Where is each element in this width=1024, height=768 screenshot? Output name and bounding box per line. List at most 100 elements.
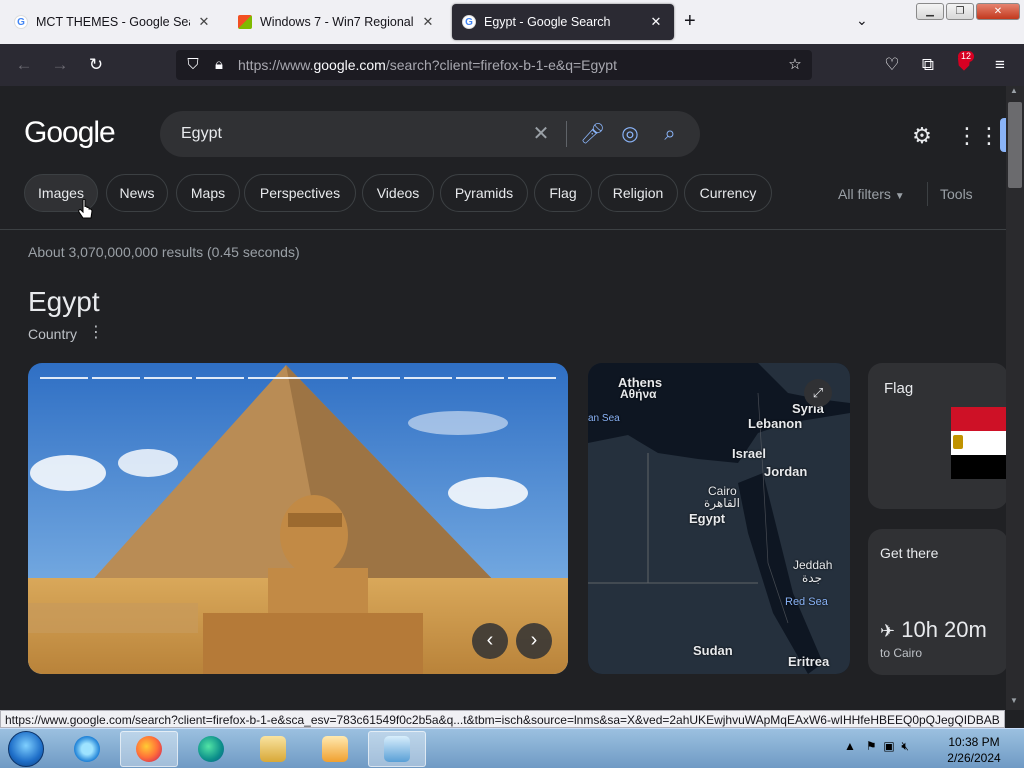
tab-title: MCT THEMES - Google Search <box>36 15 190 29</box>
new-tab-icon[interactable]: + <box>684 10 696 33</box>
taskbar-clock[interactable]: 10:38 PM 2/26/2024 <box>944 734 1004 766</box>
carousel-progress-segment <box>404 377 452 379</box>
list-tabs-chevron-icon[interactable]: ⌄ <box>856 12 868 29</box>
knowledge-panel-subtitle: Country <box>28 326 78 342</box>
media-player-icon <box>322 736 348 762</box>
taskbar-ie[interactable] <box>58 731 116 767</box>
close-window-icon[interactable]: ✕ <box>976 3 1020 20</box>
internet-explorer-icon <box>74 736 100 762</box>
all-filters-button[interactable]: All filters ▼ <box>838 186 905 202</box>
airplane-icon: ✈ <box>880 621 896 641</box>
firefox-icon <box>136 736 162 762</box>
carousel-progress-segment <box>352 377 400 379</box>
microphone-icon[interactable]: 🎤︎ <box>580 123 605 145</box>
chip-currency[interactable]: Currency <box>684 174 772 212</box>
menu-hamburger-icon[interactable]: ≡ <box>990 55 1010 75</box>
tab-mct-themes[interactable]: G MCT THEMES - Google Search ✕ <box>4 4 222 40</box>
carousel-progress-segment <box>508 377 556 379</box>
chip-pyramids[interactable]: Pyramids <box>440 174 528 212</box>
results-stats: About 3,070,000,000 results (0.45 second… <box>28 244 300 260</box>
dropdown-caret-icon: ▼ <box>894 191 905 202</box>
scroll-up-icon[interactable]: ▲ <box>1010 86 1018 95</box>
flag-card-title: Flag <box>884 380 914 397</box>
map-label-red-sea: Red Sea <box>785 596 828 608</box>
search-box[interactable]: Egypt ✕ 🎤︎ ◎ ⌕ <box>160 111 700 157</box>
url-text: https://www.google.com/search?client=fir… <box>238 57 617 73</box>
reload-icon[interactable]: ↻ <box>86 55 106 75</box>
url-bar[interactable]: ⛉ 🔒︎ https://www.google.com/search?clien… <box>176 50 812 80</box>
search-input[interactable]: Egypt <box>181 125 222 143</box>
search-divider <box>566 121 567 147</box>
restore-icon[interactable]: ❐ <box>946 3 974 20</box>
tab-egypt[interactable]: G Egypt - Google Search ✕ <box>452 4 674 40</box>
more-options-icon[interactable]: ⋮ <box>88 322 104 342</box>
tools-button[interactable]: Tools <box>940 186 973 202</box>
forward-arrow-icon[interactable]: → <box>50 55 70 75</box>
carousel-prev-icon[interactable]: ‹ <box>472 623 508 659</box>
chip-perspectives[interactable]: Perspectives <box>244 174 356 212</box>
taskbar-edge[interactable] <box>182 731 240 767</box>
pocket-icon[interactable]: ♡ <box>882 55 902 75</box>
close-tab-icon[interactable]: ✕ <box>648 14 664 30</box>
expand-map-icon[interactable]: ⤢ <box>804 379 832 407</box>
travel-time: 10h 20m <box>901 617 987 642</box>
taskbar-control-panel[interactable] <box>368 731 426 767</box>
taskbar-explorer[interactable] <box>244 731 302 767</box>
google-logo[interactable]: Google <box>24 116 116 150</box>
chip-news[interactable]: News <box>106 174 168 212</box>
flag-card[interactable]: Flag <box>868 363 1008 509</box>
tab-title: Windows 7 - Win7 Regional The <box>260 15 414 29</box>
tab-windows7[interactable]: Windows 7 - Win7 Regional The ✕ <box>228 4 446 40</box>
image-carousel[interactable]: ‹ › <box>28 363 568 674</box>
chip-videos[interactable]: Videos <box>362 174 434 212</box>
header-divider <box>0 229 1006 230</box>
map-label-sudan: Sudan <box>693 643 733 658</box>
scroll-down-icon[interactable]: ▼ <box>1010 696 1018 705</box>
close-tab-icon[interactable]: ✕ <box>420 14 436 30</box>
google-favicon-icon: G <box>462 15 476 29</box>
minimize-icon[interactable]: ▁ <box>916 3 944 20</box>
tab-title: Egypt - Google Search <box>484 15 611 29</box>
scrollbar-thumb[interactable] <box>1008 102 1022 188</box>
window-controls: ▁ ❐ ✕ <box>916 3 1020 20</box>
taskbar-media-player[interactable] <box>306 731 364 767</box>
map-label-sea-left: an Sea <box>588 413 620 424</box>
volume-muted-icon[interactable]: 🔇︎ <box>901 739 909 753</box>
settings-gear-icon[interactable]: ⚙ <box>910 124 934 148</box>
start-button-windows-icon[interactable] <box>8 731 44 767</box>
google-favicon-icon: G <box>14 15 28 29</box>
carousel-next-icon[interactable]: › <box>516 623 552 659</box>
page-scrollbar[interactable]: ▲ ▼ <box>1006 86 1024 710</box>
chip-maps[interactable]: Maps <box>176 174 240 212</box>
link-status-bar: https://www.google.com/search?client=fir… <box>0 710 1005 728</box>
back-arrow-icon[interactable]: ← <box>14 55 34 75</box>
action-center-flag-icon[interactable]: ⚑ <box>866 739 877 753</box>
chip-religion[interactable]: Religion <box>598 174 678 212</box>
map-label-egypt: Egypt <box>689 511 726 526</box>
all-filters-label: All filters <box>838 186 891 202</box>
get-there-title: Get there <box>880 545 939 561</box>
get-there-card[interactable]: Get there ✈ 10h 20m to Cairo <box>868 529 1008 675</box>
chip-flag[interactable]: Flag <box>534 174 592 212</box>
taskbar-firefox[interactable] <box>120 731 178 767</box>
extension-badge: 12 <box>958 51 975 62</box>
search-icon[interactable]: ⌕ <box>659 123 681 145</box>
show-hidden-icons-icon[interactable]: ▲ <box>844 739 856 753</box>
map-card[interactable]: Athens Αθήνα an Sea Syria Lebanon Israel… <box>588 363 850 674</box>
map-label-lebanon: Lebanon <box>748 416 803 431</box>
lens-camera-icon[interactable]: ◎ <box>619 123 641 145</box>
shield-icon[interactable]: ⛉ <box>184 56 202 74</box>
tab-strip: G MCT THEMES - Google Search ✕ Windows 7… <box>0 0 1024 44</box>
map-label-cairo-arabic: القاهرة <box>704 496 740 510</box>
lock-icon[interactable]: 🔒︎ <box>210 56 228 74</box>
extensions-puzzle-icon[interactable]: ⧉ <box>918 55 938 75</box>
map-label-israel: Israel <box>732 446 766 461</box>
network-icon[interactable]: ▣ <box>883 739 894 753</box>
clear-search-icon[interactable]: ✕ <box>530 123 552 145</box>
carousel-progress-segment <box>144 377 192 379</box>
system-tray: ▲ ⚑ ▣ 🔇︎ <box>844 739 909 754</box>
apps-grid-icon[interactable]: ⋮⋮ <box>956 124 1000 148</box>
close-tab-icon[interactable]: ✕ <box>196 14 212 30</box>
bookmark-star-icon[interactable]: ☆ <box>786 56 804 74</box>
folder-icon <box>260 736 286 762</box>
